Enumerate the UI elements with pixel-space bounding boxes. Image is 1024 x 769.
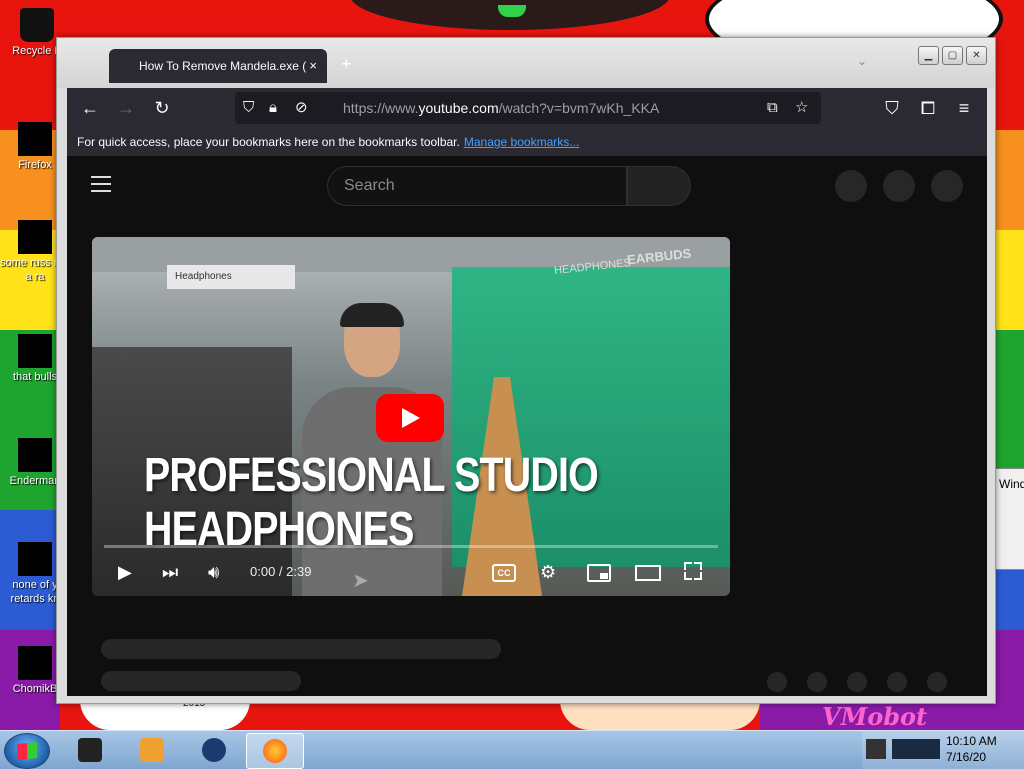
theater-mode-icon[interactable] [635, 565, 661, 581]
taskbar: 10:10 AM 7/16/20 [0, 730, 1024, 769]
folder-icon [78, 738, 102, 762]
large-play-button[interactable] [376, 394, 444, 442]
taskbar-app-folder[interactable] [62, 733, 118, 767]
bookmark-star-icon[interactable]: ☆ [795, 92, 808, 124]
window-controls: ▁ ▢ ✕ [918, 46, 987, 65]
tab-active[interactable]: How To Remove Mandela.exe ( × [109, 49, 327, 83]
youtube-menu-icon[interactable] [91, 176, 111, 197]
tab-title: How To Remove Mandela.exe ( [139, 59, 307, 73]
browser-window: How To Remove Mandela.exe ( × + ⌄ ▁ ▢ ✕ … [56, 37, 996, 704]
wallpaper-vm-text: VMobot [822, 702, 928, 731]
scene-sign-headphones: Headphones [167, 265, 295, 289]
loading-placeholder-dot [887, 672, 907, 692]
time-display: 0:00 / 2:39 [250, 564, 312, 579]
youtube-page: Search Headphones HEADPHONES EARBUDS PRO… [67, 156, 987, 696]
background-window[interactable]: Wind [994, 468, 1024, 570]
settings-gear-icon[interactable]: ⚙ [540, 557, 556, 587]
tray-arrow-icon[interactable] [866, 739, 886, 759]
windows-logo-icon [17, 741, 37, 761]
permissions-icon[interactable]: ⊘ [295, 92, 308, 124]
window-titlebar[interactable]: How To Remove Mandela.exe ( × + ⌄ ▁ ▢ ✕ [57, 38, 995, 88]
youtube-search-input[interactable]: Search [327, 166, 627, 206]
start-button[interactable] [4, 733, 50, 769]
video-title-overlay: PROFESSIONAL STUDIO HEADPHONES [144, 449, 599, 556]
search-placeholder: Search [344, 177, 395, 194]
mouse-cursor-icon: ➤ [352, 570, 369, 592]
forward-arrow-icon[interactable]: → [113, 88, 139, 128]
taskbar-clock[interactable]: 10:10 AM 7/16/20 [946, 733, 997, 765]
volume-icon[interactable]: 🔊︎ [208, 557, 219, 587]
captions-icon[interactable]: CC [492, 564, 516, 582]
minimize-button[interactable]: ▁ [918, 46, 939, 65]
extensions-icon[interactable]: ⧠ [915, 88, 941, 128]
next-icon[interactable]: ⏭ [162, 557, 178, 587]
recycle-bin-icon [20, 8, 54, 42]
maximize-button[interactable]: ▢ [942, 46, 963, 65]
shield-icon[interactable]: ⛉ [243, 92, 254, 124]
clock-time: 10:10 AM [946, 734, 997, 748]
url-bar[interactable]: ⛉ 🔒︎ ⊘ https://www.youtube.com/watch?v=b… [235, 92, 821, 124]
taskbar-app-firefox[interactable] [246, 733, 304, 769]
progress-bar[interactable] [104, 545, 718, 548]
close-tab-icon[interactable]: × [309, 49, 317, 83]
navigation-toolbar: ← → ↻ ⛉ 🔒︎ ⊘ https://www.youtube.com/wat… [67, 88, 987, 128]
loading-placeholder-title [101, 639, 501, 659]
media-player-icon [140, 738, 164, 762]
close-window-button[interactable]: ✕ [966, 46, 987, 65]
manage-bookmarks-link[interactable]: Manage bookmarks... [464, 135, 579, 149]
file-icon [18, 220, 52, 254]
pocket-icon[interactable]: ⛉ [879, 88, 905, 128]
play-icon[interactable]: ▶ [118, 557, 132, 587]
firefox-icon [263, 739, 287, 763]
bookmarks-message: For quick access, place your bookmarks h… [77, 135, 460, 149]
notifications-icon[interactable] [883, 170, 915, 202]
lock-icon[interactable]: 🔒︎ [269, 92, 277, 124]
menu-hamburger-icon[interactable]: ≡ [951, 88, 977, 128]
program-icon [18, 542, 52, 576]
video-player[interactable]: Headphones HEADPHONES EARBUDS PROFESSION… [92, 237, 730, 596]
network-icon[interactable] [892, 739, 940, 759]
miniplayer-icon[interactable] [587, 564, 611, 582]
youtube-search-button[interactable] [627, 166, 691, 206]
picture-in-picture-icon[interactable]: ⧉ [767, 92, 778, 124]
hamster-icon [18, 646, 52, 680]
url-text[interactable]: https://www.youtube.com/watch?v=bvm7wKh_… [343, 92, 659, 124]
system-tray [862, 731, 1024, 769]
create-icon[interactable] [835, 170, 867, 202]
loading-placeholder-dot [767, 672, 787, 692]
bookmarks-toolbar: For quick access, place your bookmarks h… [67, 128, 987, 156]
reload-icon[interactable]: ↻ [149, 88, 175, 128]
globe-icon [202, 738, 226, 762]
loading-placeholder-dot [927, 672, 947, 692]
taskbar-app-browser[interactable] [186, 733, 242, 767]
taskbar-app-media-player[interactable] [124, 733, 180, 767]
loading-placeholder-dot [807, 672, 827, 692]
folder-icon [18, 334, 52, 368]
fullscreen-icon[interactable] [684, 562, 702, 580]
new-tab-button[interactable]: + [341, 54, 352, 75]
loading-placeholder-dot [847, 672, 867, 692]
clock-date: 7/16/20 [946, 750, 987, 764]
avatar[interactable] [931, 170, 963, 202]
program-icon [18, 438, 52, 472]
list-tabs-chevron-icon[interactable]: ⌄ [857, 54, 867, 68]
background-window-title: Wind [999, 477, 1024, 491]
firefox-icon [18, 122, 52, 156]
loading-placeholder-channel [101, 671, 301, 691]
back-arrow-icon[interactable]: ← [77, 88, 103, 128]
